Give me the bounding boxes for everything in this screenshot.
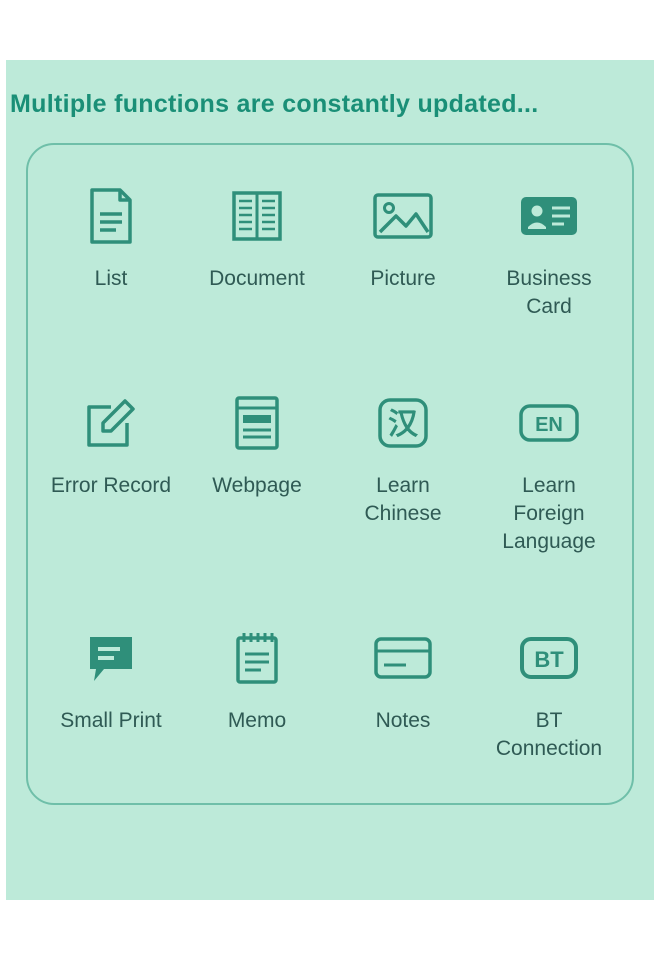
- feature-label: List: [95, 265, 128, 293]
- speech-bubble-icon: [84, 627, 138, 689]
- bt-badge-icon: BT: [518, 627, 580, 689]
- feature-list[interactable]: List: [40, 185, 182, 322]
- feature-label: Document: [209, 265, 305, 293]
- feature-memo[interactable]: Memo: [186, 627, 328, 764]
- chinese-character-icon: 汉: [376, 392, 430, 454]
- feature-bt-connection[interactable]: BT BT Connection: [478, 627, 620, 764]
- svg-text:EN: EN: [535, 414, 563, 436]
- feature-learn-foreign[interactable]: EN Learn Foreign Language: [478, 392, 620, 557]
- memo-icon: [233, 627, 281, 689]
- feature-small-print[interactable]: Small Print: [40, 627, 182, 764]
- feature-label: Small Print: [60, 707, 162, 735]
- feature-label: Webpage: [212, 472, 302, 500]
- feature-panel: Multiple functions are constantly update…: [6, 60, 654, 900]
- feature-card: List: [26, 143, 634, 805]
- feature-grid: List: [40, 185, 620, 763]
- webpage-icon: [233, 392, 281, 454]
- feature-label: Learn Chinese: [338, 472, 468, 529]
- svg-text:BT: BT: [534, 647, 564, 672]
- feature-label: Picture: [370, 265, 435, 293]
- feature-notes[interactable]: Notes: [332, 627, 474, 764]
- feature-label: BT Connection: [484, 707, 614, 764]
- en-badge-icon: EN: [517, 392, 581, 454]
- feature-learn-chinese[interactable]: 汉 Learn Chinese: [332, 392, 474, 557]
- headline-text: Multiple functions are constantly update…: [6, 90, 654, 143]
- feature-webpage[interactable]: Webpage: [186, 392, 328, 557]
- feature-label: Learn Foreign Language: [484, 472, 614, 557]
- feature-label: Notes: [376, 707, 431, 735]
- edit-icon: [83, 392, 139, 454]
- list-icon: [86, 185, 136, 247]
- business-card-icon: [518, 185, 580, 247]
- feature-picture[interactable]: Picture: [332, 185, 474, 322]
- feature-document[interactable]: Document: [186, 185, 328, 322]
- document-icon: [230, 185, 284, 247]
- feature-error-record[interactable]: Error Record: [40, 392, 182, 557]
- feature-business-card[interactable]: Business Card: [478, 185, 620, 322]
- feature-label: Error Record: [51, 472, 171, 500]
- feature-label: Memo: [228, 707, 286, 735]
- svg-text:汉: 汉: [388, 408, 419, 441]
- feature-label: Business Card: [484, 265, 614, 322]
- notes-icon: [372, 627, 434, 689]
- picture-icon: [372, 185, 434, 247]
